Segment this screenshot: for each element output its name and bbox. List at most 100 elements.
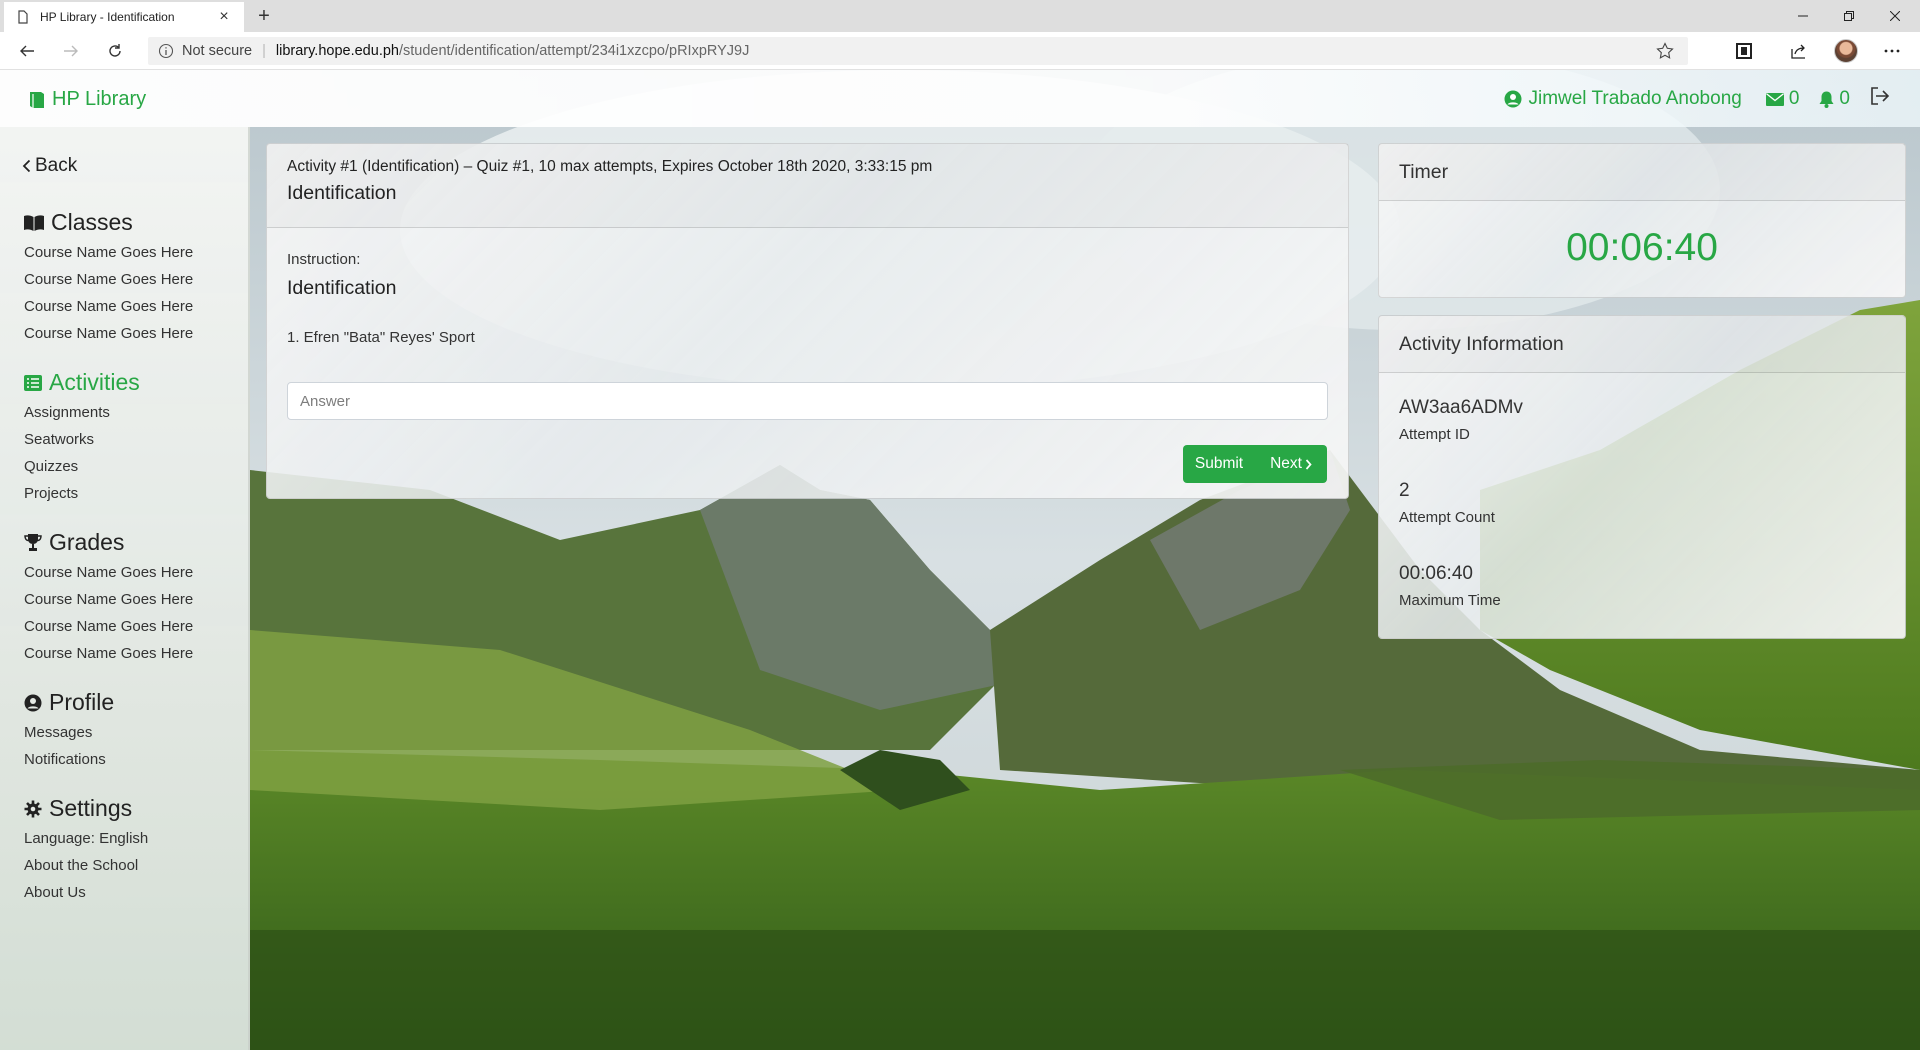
sidebar-section-settings[interactable]: Settings xyxy=(24,795,132,822)
new-tab-icon[interactable]: + xyxy=(252,4,276,28)
browser-tab-strip: HP Library - Identification × + xyxy=(0,0,1920,32)
list-icon xyxy=(24,374,42,391)
favorite-star-icon[interactable] xyxy=(1656,42,1674,60)
sidebar-item-seatworks[interactable]: Seatworks xyxy=(24,431,94,448)
sidebar-item-quizzes[interactable]: Quizzes xyxy=(24,458,78,475)
trophy-icon xyxy=(24,534,42,551)
sidebar-item-class-1[interactable]: Course Name Goes Here xyxy=(24,244,193,261)
tab-title: HP Library - Identification xyxy=(40,10,175,24)
page-icon xyxy=(18,10,28,24)
submit-button[interactable]: Submit xyxy=(1183,445,1255,483)
envelope-icon xyxy=(1765,92,1784,106)
top-navbar: HP Library Jimwel Trabado Anobong 0 0 xyxy=(0,70,1920,127)
sidebar-item-projects[interactable]: Projects xyxy=(24,485,78,502)
open-book-icon xyxy=(24,214,44,231)
sidebar-section-label: Settings xyxy=(49,795,133,821)
address-bar: Not secure | library.hope.edu.ph/student… xyxy=(0,32,1920,70)
timer-card: Timer 00:06:40 xyxy=(1378,143,1906,298)
notifications-count: 0 xyxy=(1839,88,1850,109)
quiz-title: Identification xyxy=(287,182,397,204)
restore-icon[interactable] xyxy=(1826,0,1872,32)
question-text: 1. Efren "Bata" Reyes' Sport xyxy=(287,329,475,346)
instruction-title: Identification xyxy=(287,277,397,299)
sidebar-section-profile[interactable]: Profile xyxy=(24,689,114,716)
sign-out-icon[interactable] xyxy=(1870,87,1890,111)
refresh-icon[interactable] xyxy=(102,39,128,63)
url-field[interactable]: Not secure | library.hope.edu.ph/student… xyxy=(148,37,1688,65)
url-path: /student/identification/attempt/234i1xzc… xyxy=(398,43,750,59)
attempt-count-value: 2 xyxy=(1399,480,1410,501)
tab-close-icon[interactable]: × xyxy=(216,8,232,25)
sidebar-section-label: Grades xyxy=(49,529,125,555)
activity-info-title: Activity Information xyxy=(1379,316,1905,373)
quiz-action-buttons: Submit Next xyxy=(1183,445,1327,483)
user-menu[interactable]: Jimwel Trabado Anobong xyxy=(1504,88,1742,110)
gear-icon xyxy=(24,800,42,817)
instruction-label: Instruction: xyxy=(287,251,361,268)
messages-count: 0 xyxy=(1788,88,1800,109)
user-circle-icon xyxy=(1504,90,1522,108)
submit-label: Submit xyxy=(1194,455,1244,472)
back-link[interactable]: Back xyxy=(22,155,77,177)
profile-avatar[interactable] xyxy=(1834,39,1858,63)
sidebar-section-activities[interactable]: Activities xyxy=(24,369,140,396)
sidebar-section-grades[interactable]: Grades xyxy=(24,529,124,556)
quiz-card-header: Activity #1 (Identification) – Quiz #1, … xyxy=(267,144,1348,228)
sidebar-item-assignments[interactable]: Assignments xyxy=(24,404,110,421)
web-page: HP Library Jimwel Trabado Anobong 0 0 Ba… xyxy=(0,70,1920,1050)
sidebar-section-label: Classes xyxy=(51,209,133,235)
bell-icon xyxy=(1819,91,1834,108)
sidebar-item-class-4[interactable]: Course Name Goes Here xyxy=(24,325,193,342)
reading-view-icon[interactable] xyxy=(1732,39,1756,63)
minimize-icon[interactable] xyxy=(1780,0,1826,32)
chevron-right-icon xyxy=(1305,458,1312,470)
not-secure-label: Not secure xyxy=(182,43,253,59)
sidebar-section-classes[interactable]: Classes xyxy=(24,209,133,236)
quiz-meta: Activity #1 (Identification) – Quiz #1, … xyxy=(287,158,933,175)
maximum-time-label: Maximum Time xyxy=(1399,592,1501,609)
attempt-id-value: AW3aa6ADMv xyxy=(1399,397,1523,418)
user-name: Jimwel Trabado Anobong xyxy=(1528,88,1742,109)
back-label: Back xyxy=(35,155,78,176)
next-button[interactable]: Next xyxy=(1255,445,1327,483)
book-icon xyxy=(30,92,44,108)
activity-info-card: Activity Information AW3aa6ADMv Attempt … xyxy=(1378,315,1906,639)
chevron-left-icon xyxy=(22,159,31,173)
user-circle-icon xyxy=(24,694,42,711)
attempt-count-label: Attempt Count xyxy=(1399,509,1495,526)
sidebar-section-label: Activities xyxy=(49,369,140,395)
next-label: Next xyxy=(1270,455,1302,472)
share-icon[interactable] xyxy=(1786,39,1810,63)
quiz-card: Activity #1 (Identification) – Quiz #1, … xyxy=(266,143,1349,499)
more-options-icon[interactable] xyxy=(1880,39,1904,63)
messages-button[interactable]: 0 xyxy=(1765,88,1800,110)
info-icon[interactable] xyxy=(158,43,174,59)
sidebar-item-class-3[interactable]: Course Name Goes Here xyxy=(24,298,193,315)
sidebar-item-about-us[interactable]: About Us xyxy=(24,884,86,901)
back-arrow-icon[interactable] xyxy=(14,39,40,63)
sidebar-item-grade-4[interactable]: Course Name Goes Here xyxy=(24,645,193,662)
sidebar-item-notifications[interactable]: Notifications xyxy=(24,751,106,768)
answer-input[interactable] xyxy=(287,382,1328,420)
forward-arrow-icon[interactable] xyxy=(58,39,84,63)
sidebar-item-language[interactable]: Language: English xyxy=(24,830,148,847)
sidebar-item-grade-2[interactable]: Course Name Goes Here xyxy=(24,591,193,608)
sidebar-section-label: Profile xyxy=(49,689,115,715)
url-separator: | xyxy=(262,43,266,59)
brand-link[interactable]: HP Library xyxy=(30,88,146,111)
url-host: library.hope.edu.ph xyxy=(275,43,399,59)
browser-tab[interactable]: HP Library - Identification × xyxy=(4,0,244,32)
sidebar-item-class-2[interactable]: Course Name Goes Here xyxy=(24,271,193,288)
sidebar: Back Classes Course Name Goes Here Cours… xyxy=(0,127,250,1050)
sidebar-item-grade-1[interactable]: Course Name Goes Here xyxy=(24,564,193,581)
brand-name: HP Library xyxy=(52,88,147,110)
timer-value: 00:06:40 xyxy=(1566,226,1718,269)
maximum-time-value: 00:06:40 xyxy=(1399,563,1473,584)
notifications-button[interactable]: 0 xyxy=(1819,88,1850,110)
sidebar-item-grade-3[interactable]: Course Name Goes Here xyxy=(24,618,193,635)
attempt-id-label: Attempt ID xyxy=(1399,426,1470,443)
close-window-icon[interactable] xyxy=(1872,0,1918,32)
sidebar-item-about-school[interactable]: About the School xyxy=(24,857,138,874)
sidebar-item-messages[interactable]: Messages xyxy=(24,724,92,741)
navbar-actions: Jimwel Trabado Anobong 0 0 xyxy=(1504,87,1890,111)
